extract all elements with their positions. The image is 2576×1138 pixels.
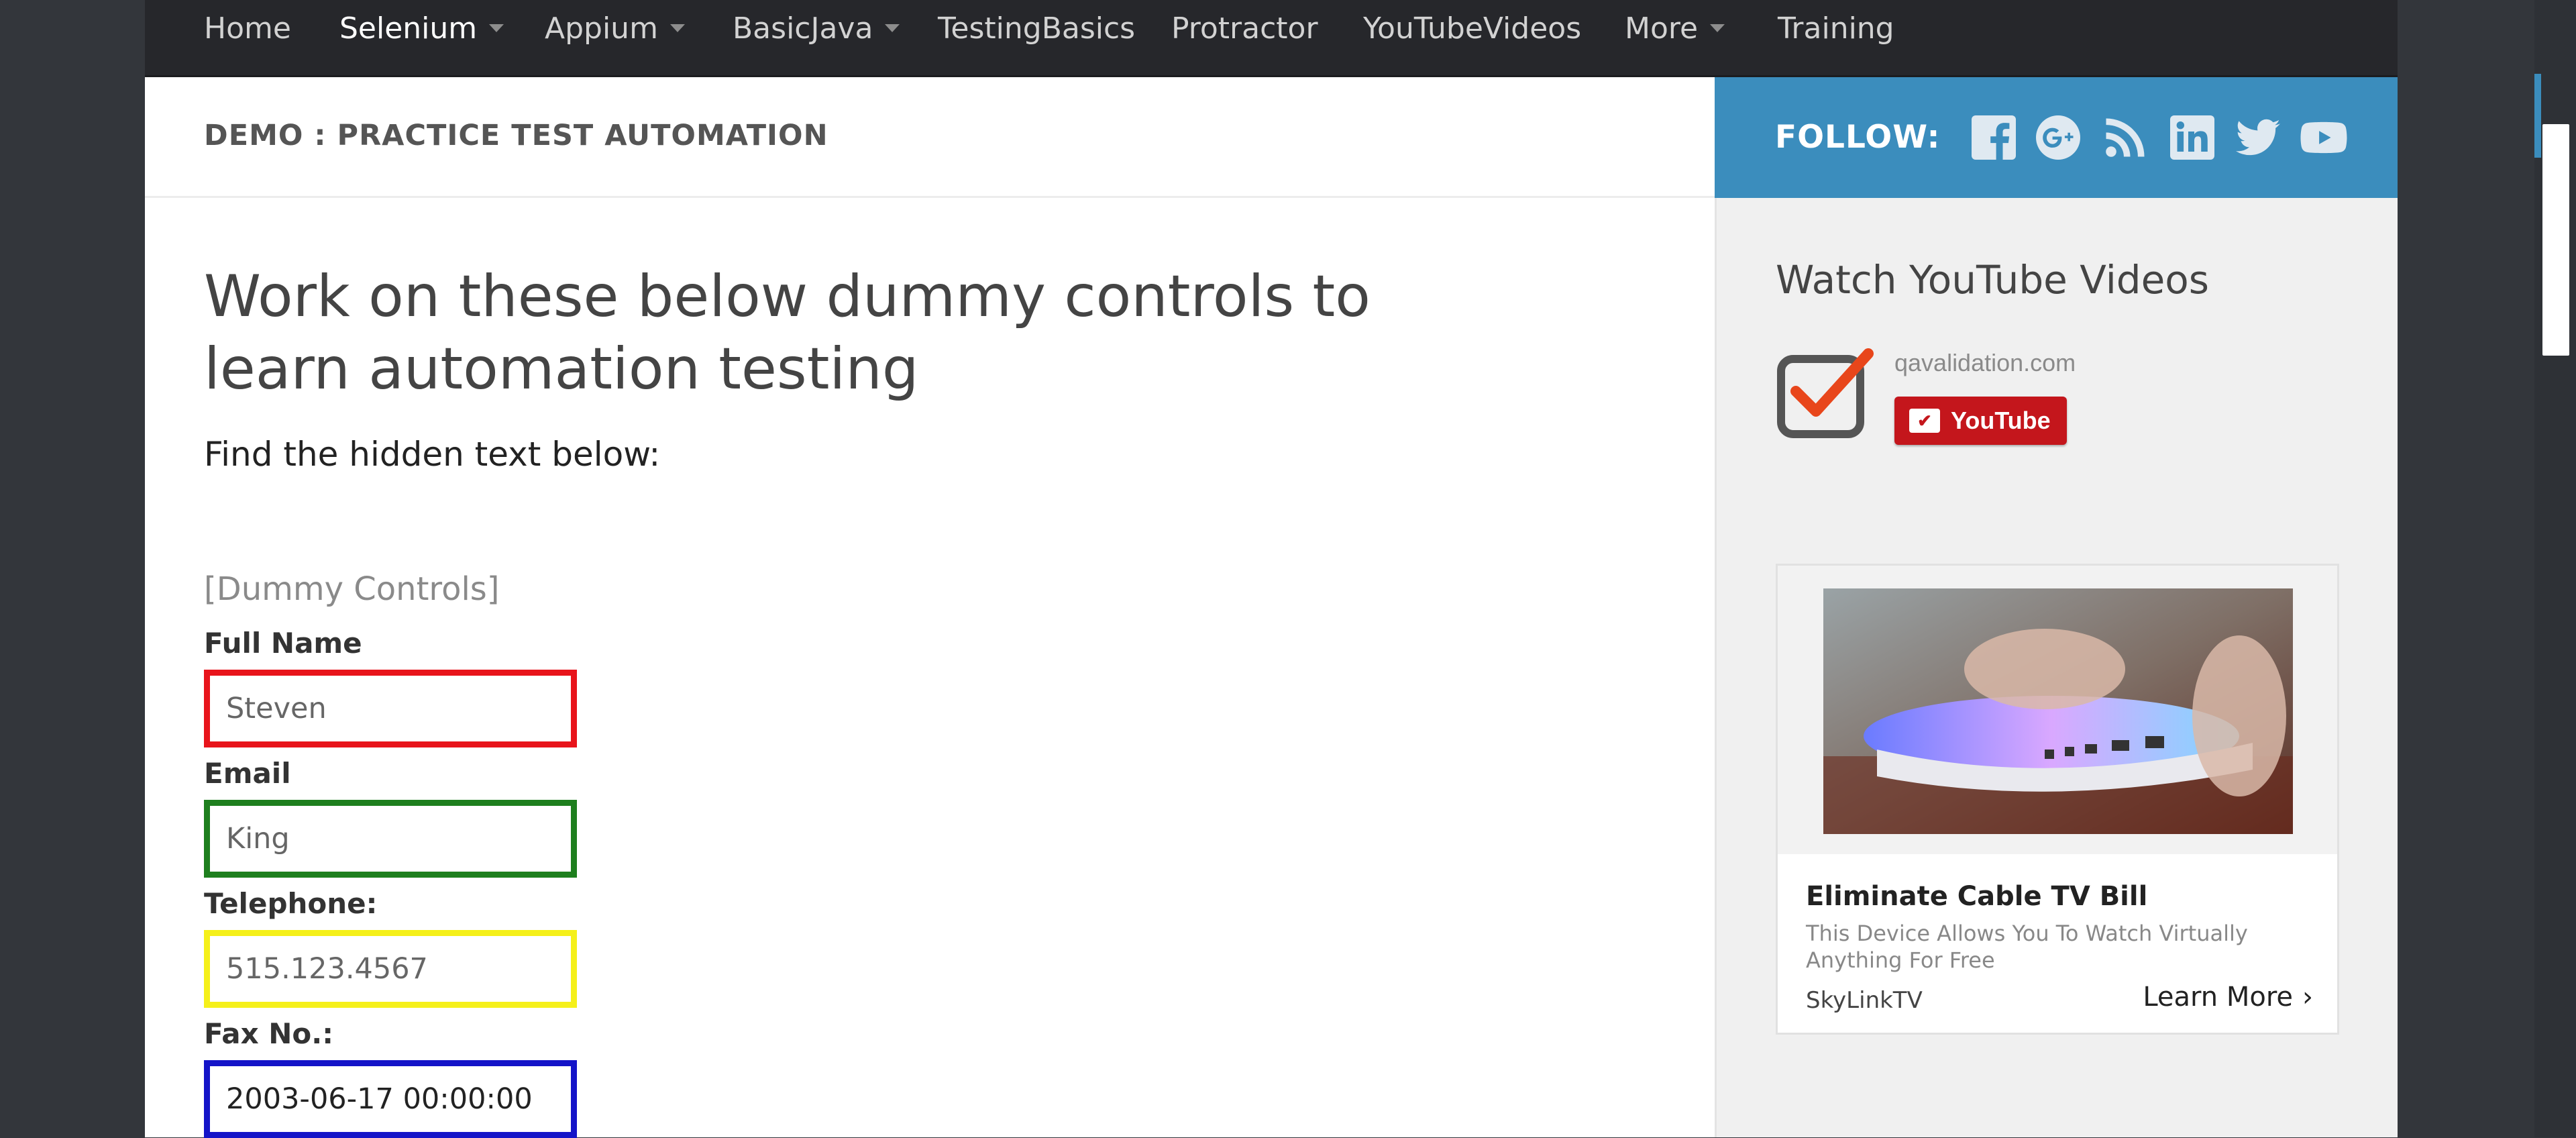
nav-training-label: Training <box>1778 11 1894 46</box>
nav-more-label: More <box>1625 11 1699 46</box>
youtube-section-title: Watch YouTube Videos <box>1776 257 2210 303</box>
site-name: qavalidation.com <box>1894 349 2076 376</box>
chevron-down-icon <box>1710 24 1725 32</box>
learn-more-link[interactable]: Learn More › <box>2143 982 2313 1013</box>
scrollbar[interactable] <box>2534 0 2576 1137</box>
main-content: Work on these below dummy controls to le… <box>145 200 1715 1138</box>
full-name-label: Full Name <box>204 627 362 660</box>
ad-card[interactable]: Eliminate Cable TV Bill This Device Allo… <box>1776 564 2339 1035</box>
hidden-text-prompt: Find the hidden text below: <box>204 435 661 474</box>
telephone-field[interactable] <box>204 930 577 1008</box>
email-label: Email <box>204 757 291 790</box>
chevron-down-icon <box>885 24 900 32</box>
page-header: DEMO : PRACTICE TEST AUTOMATION <box>145 77 1715 198</box>
nav-youtubevideos-label: YouTubeVideos <box>1363 11 1582 46</box>
nav-more[interactable]: More <box>1625 9 1725 47</box>
follow-bar: FOLLOW: <box>1715 77 2398 198</box>
youtube-button-label: YouTube <box>1951 407 2051 434</box>
email-field[interactable] <box>204 800 577 878</box>
sidebar: Watch YouTube Videos qavalidation.com ✔ … <box>1715 198 2398 1137</box>
ad-title: Eliminate Cable TV Bill <box>1806 881 2148 912</box>
rss-icon[interactable] <box>2101 113 2149 162</box>
fax-field[interactable] <box>204 1060 577 1138</box>
page-title: Work on these below dummy controls to le… <box>204 263 1371 403</box>
nav-testingbasics[interactable]: TestingBasics <box>938 9 1135 47</box>
qavalidation-logo-icon[interactable] <box>1776 344 1876 439</box>
telephone-label: Telephone: <box>204 887 378 920</box>
breadcrumb: DEMO : PRACTICE TEST AUTOMATION <box>204 119 828 152</box>
linkedin-icon[interactable] <box>2168 113 2216 162</box>
chevron-down-icon <box>669 24 685 32</box>
nav-training[interactable]: Training <box>1778 9 1894 47</box>
nav-home-label: Home <box>204 11 291 46</box>
follow-label: FOLLOW: <box>1775 119 1941 156</box>
facebook-icon[interactable] <box>1970 113 2018 162</box>
twitter-icon[interactable] <box>2234 113 2282 162</box>
nav-appium[interactable]: Appium <box>545 9 685 47</box>
full-name-field[interactable] <box>204 670 577 747</box>
fax-label: Fax No.: <box>204 1017 334 1050</box>
ad-brand: SkyLinkTV <box>1806 987 1923 1014</box>
nav-home[interactable]: Home <box>204 9 291 47</box>
youtube-subscribe-button[interactable]: ✔ YouTube <box>1894 397 2067 445</box>
page-wrapper: Home Selenium Appium BasicJava TestingBa… <box>145 0 2398 1138</box>
scrollbar-thumb[interactable] <box>2542 124 2569 356</box>
scroll-accent <box>2534 74 2541 158</box>
google-plus-icon[interactable] <box>2034 113 2082 162</box>
nav-appium-label: Appium <box>545 11 658 46</box>
nav-basicjava-label: BasicJava <box>733 11 873 46</box>
chevron-down-icon <box>489 24 504 32</box>
check-icon: ✔ <box>1909 409 1940 433</box>
learn-more-label: Learn More <box>2143 982 2293 1013</box>
ad-image-area <box>1778 566 2337 854</box>
nav-youtubevideos[interactable]: YouTubeVideos <box>1363 9 1581 47</box>
nav-testingbasics-label: TestingBasics <box>938 11 1136 46</box>
ad-product-image <box>1823 588 2293 834</box>
youtube-icon[interactable] <box>2300 113 2348 162</box>
top-navigation: Home Selenium Appium BasicJava TestingBa… <box>145 0 2398 77</box>
section-title: [Dummy Controls] <box>204 570 500 608</box>
chevron-right-icon: › <box>2302 982 2313 1013</box>
ad-description: This Device Allows You To Watch Virtuall… <box>1806 921 2248 973</box>
nav-selenium-label: Selenium <box>339 11 478 46</box>
nav-protractor-label: Protractor <box>1171 11 1318 46</box>
nav-protractor[interactable]: Protractor <box>1171 9 1318 47</box>
nav-basicjava[interactable]: BasicJava <box>733 9 900 47</box>
nav-selenium[interactable]: Selenium <box>339 9 504 47</box>
